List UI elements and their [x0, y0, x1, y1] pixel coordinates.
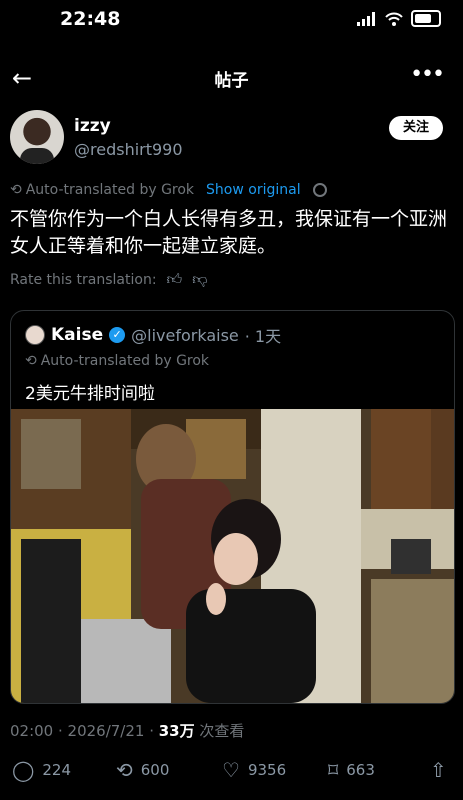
- gear-icon[interactable]: [312, 183, 327, 197]
- view-count: 33万: [158, 722, 195, 740]
- author-handle[interactable]: @redshirt990: [74, 140, 183, 159]
- status-bar: 22:48: [0, 0, 463, 40]
- repost-icon: ⟲: [116, 758, 133, 782]
- status-icons: [357, 10, 441, 27]
- reply-icon: ◯: [12, 758, 35, 782]
- quote-text: 2美元牛排时间啦: [25, 384, 155, 404]
- quote-avatar[interactable]: [25, 325, 45, 345]
- share-button[interactable]: ⇧: [430, 758, 447, 782]
- quote-author-name[interactable]: Kaise: [51, 325, 103, 345]
- wifi-icon: [385, 12, 403, 26]
- post-timestamp: 02:00 · 2026/7/21 ·: [10, 722, 159, 740]
- post-meta: 02:00 · 2026/7/21 · 33万 次查看: [10, 720, 244, 741]
- repost-count: 600: [140, 761, 170, 779]
- quoted-post[interactable]: Kaise ✓ @liveforkaise · 1天 ⟲ Auto-transl…: [10, 310, 455, 704]
- like-count: 9356: [247, 761, 287, 779]
- rate-translation: Rate this translation: 👍︎ 👎︎: [10, 270, 207, 289]
- battery-icon: [411, 10, 441, 27]
- bookmark-count: 663: [346, 761, 375, 779]
- quote-photo[interactable]: [11, 409, 454, 703]
- follow-button[interactable]: 关注: [389, 116, 443, 140]
- translate-icon: ⟲: [25, 353, 37, 369]
- post-author: izzy @redshirt990 关注: [10, 110, 453, 166]
- quote-translation-info: ⟲ Auto-translated by Grok: [25, 353, 209, 369]
- show-original-link[interactable]: Show original: [206, 182, 301, 198]
- reply-count: 224: [42, 761, 72, 779]
- auto-translated-label: Auto-translated by Grok: [25, 182, 195, 198]
- status-time: 22:48: [60, 8, 121, 30]
- action-bar: ◯ 224 ⟲ 600 ♡ 9356 ⌑ 663 ⇧: [0, 758, 463, 786]
- thumbs-down-icon[interactable]: 👎︎: [192, 270, 207, 289]
- quote-header: Kaise ✓ @liveforkaise · 1天: [25, 323, 281, 347]
- page-title: 帖子: [214, 71, 249, 91]
- more-options-icon[interactable]: •••: [410, 62, 445, 87]
- quote-time: · 1天: [244, 327, 282, 346]
- bookmark-button[interactable]: ⌑ 663: [328, 758, 375, 782]
- share-icon: ⇧: [430, 758, 447, 782]
- repost-button[interactable]: ⟲ 600: [116, 758, 169, 782]
- thumbs-up-icon[interactable]: 👍︎: [167, 270, 183, 289]
- bookmark-icon: ⌑: [328, 758, 339, 782]
- heart-icon: ♡: [222, 758, 240, 782]
- quote-author-handle[interactable]: @liveforkaise: [131, 326, 239, 345]
- author-name[interactable]: izzy: [74, 116, 111, 136]
- translate-icon: ⟲: [10, 182, 22, 198]
- post-text: 不管你作为一个白人长得有多丑，我保证有一个亚洲女人正等着和你一起建立家庭。: [10, 208, 448, 257]
- rate-label: Rate this translation:: [10, 271, 157, 288]
- verified-badge-icon: ✓: [109, 327, 126, 343]
- signal-icon: [357, 11, 375, 26]
- view-label: 次查看: [194, 722, 245, 740]
- top-nav: ← 帖子 •••: [0, 58, 463, 98]
- translation-info: ⟲ Auto-translated by Grok Show original: [10, 182, 327, 198]
- quote-auto-translated-label: Auto-translated by Grok: [40, 353, 210, 369]
- like-button[interactable]: ♡ 9356: [222, 758, 286, 782]
- author-avatar[interactable]: [10, 110, 64, 164]
- reply-button[interactable]: ◯ 224: [12, 758, 71, 782]
